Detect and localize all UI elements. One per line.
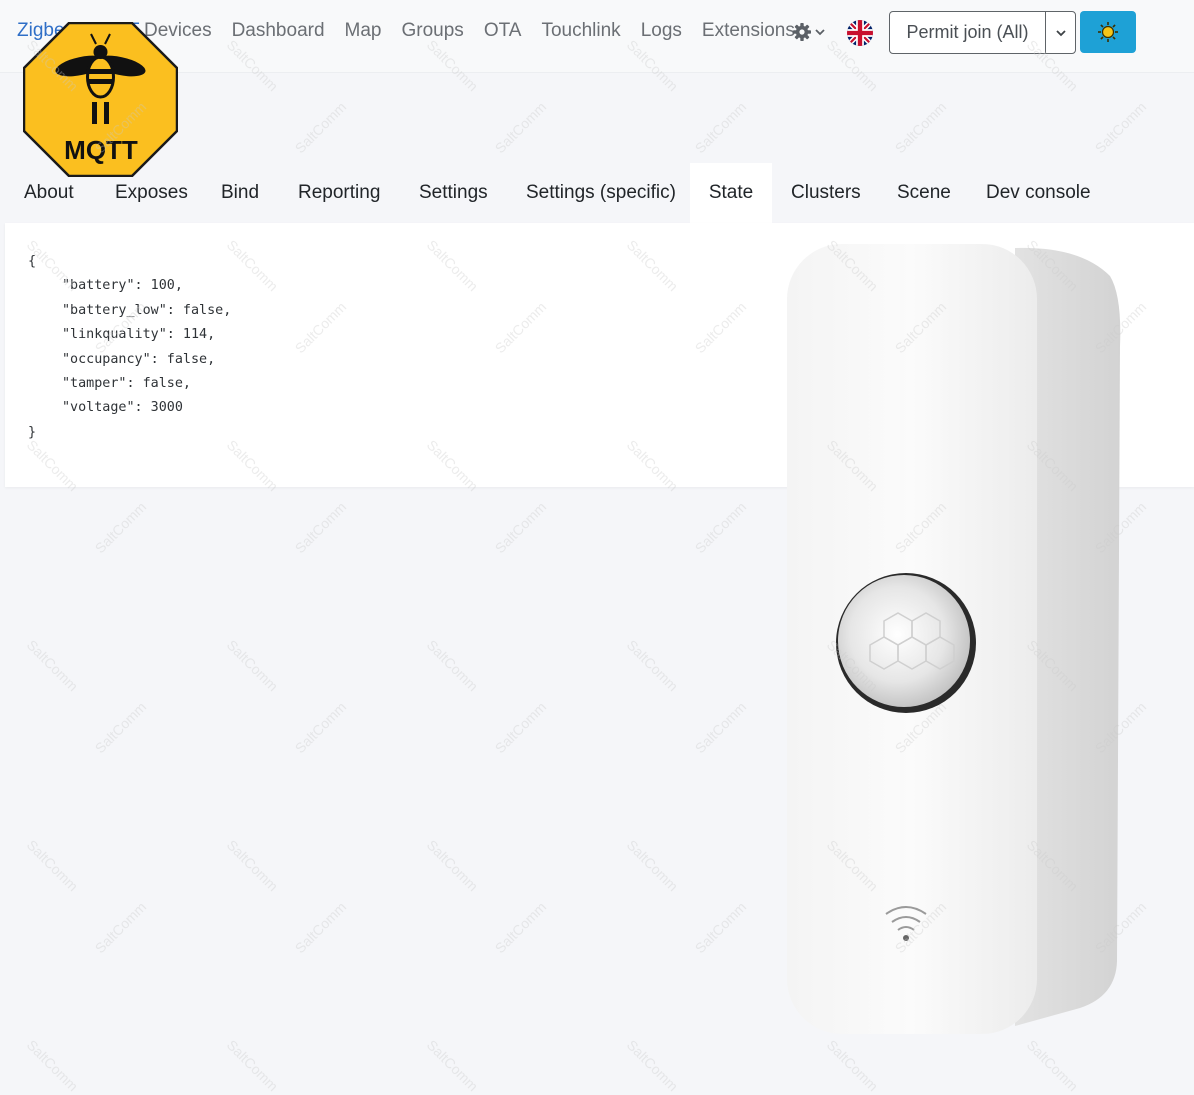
nav-links: Devices Dashboard Map Groups OTA Touchli… xyxy=(144,20,815,42)
theme-toggle-button[interactable] xyxy=(1080,11,1136,53)
nav-link-dashboard[interactable]: Dashboard xyxy=(232,20,325,42)
json-line-occupancy: "occupancy": false, xyxy=(62,351,216,367)
uk-flag-icon[interactable] xyxy=(847,20,873,46)
nav-link-map[interactable]: Map xyxy=(345,20,382,42)
tab-reporting[interactable]: Reporting xyxy=(298,163,380,223)
permit-join-dropdown-toggle[interactable] xyxy=(1046,12,1075,53)
json-open-brace: { xyxy=(28,254,37,269)
json-line-tamper: "tamper": false, xyxy=(62,376,191,392)
json-line-voltage: "voltage": 3000 xyxy=(62,400,183,416)
tab-scene[interactable]: Scene xyxy=(897,163,951,223)
json-line-battery: "battery": 100, xyxy=(62,278,183,294)
tab-dev-console[interactable]: Dev console xyxy=(986,163,1091,223)
tab-settings[interactable]: Settings xyxy=(419,163,488,223)
nav-link-ota[interactable]: OTA xyxy=(484,20,522,42)
sun-icon xyxy=(1098,22,1118,42)
tab-bind[interactable]: Bind xyxy=(221,163,259,223)
nav-link-groups[interactable]: Groups xyxy=(402,20,464,42)
top-navbar: Zigbee2MQTT Devices Dashboard Map Groups… xyxy=(0,0,1194,73)
nav-link-touchlink[interactable]: Touchlink xyxy=(541,20,620,42)
chevron-down-icon xyxy=(1055,29,1066,36)
mqtt-logo: MQTT xyxy=(22,21,179,178)
permit-join-button[interactable]: Permit join (All) xyxy=(890,12,1046,53)
json-close-brace: } xyxy=(28,424,37,440)
chevron-down-icon xyxy=(815,29,825,36)
state-json: { "battery": 100, "battery_low": false, "li… xyxy=(28,250,231,445)
permit-join-group: Permit join (All) xyxy=(889,11,1076,54)
tab-clusters[interactable]: Clusters xyxy=(791,163,861,223)
json-line-battery-low: "battery_low": false, xyxy=(62,302,232,318)
nav-link-logs[interactable]: Logs xyxy=(641,20,682,42)
logo-text: MQTT xyxy=(64,135,138,165)
json-line-linkquality: "linkquality": 114, xyxy=(62,327,216,343)
settings-dropdown[interactable] xyxy=(792,22,826,42)
nav-link-extensions[interactable]: Extensions xyxy=(702,20,795,42)
gear-icon xyxy=(793,23,811,41)
tab-exposes[interactable]: Exposes xyxy=(115,163,188,223)
tab-about[interactable]: About xyxy=(24,163,74,223)
tab-state[interactable]: State xyxy=(690,163,772,223)
tab-settings-specific[interactable]: Settings (specific) xyxy=(526,163,676,223)
device-tabs: About Exposes Bind Reporting Settings Se… xyxy=(0,163,1194,223)
pir-motion-sensor-photo xyxy=(780,236,1130,1036)
